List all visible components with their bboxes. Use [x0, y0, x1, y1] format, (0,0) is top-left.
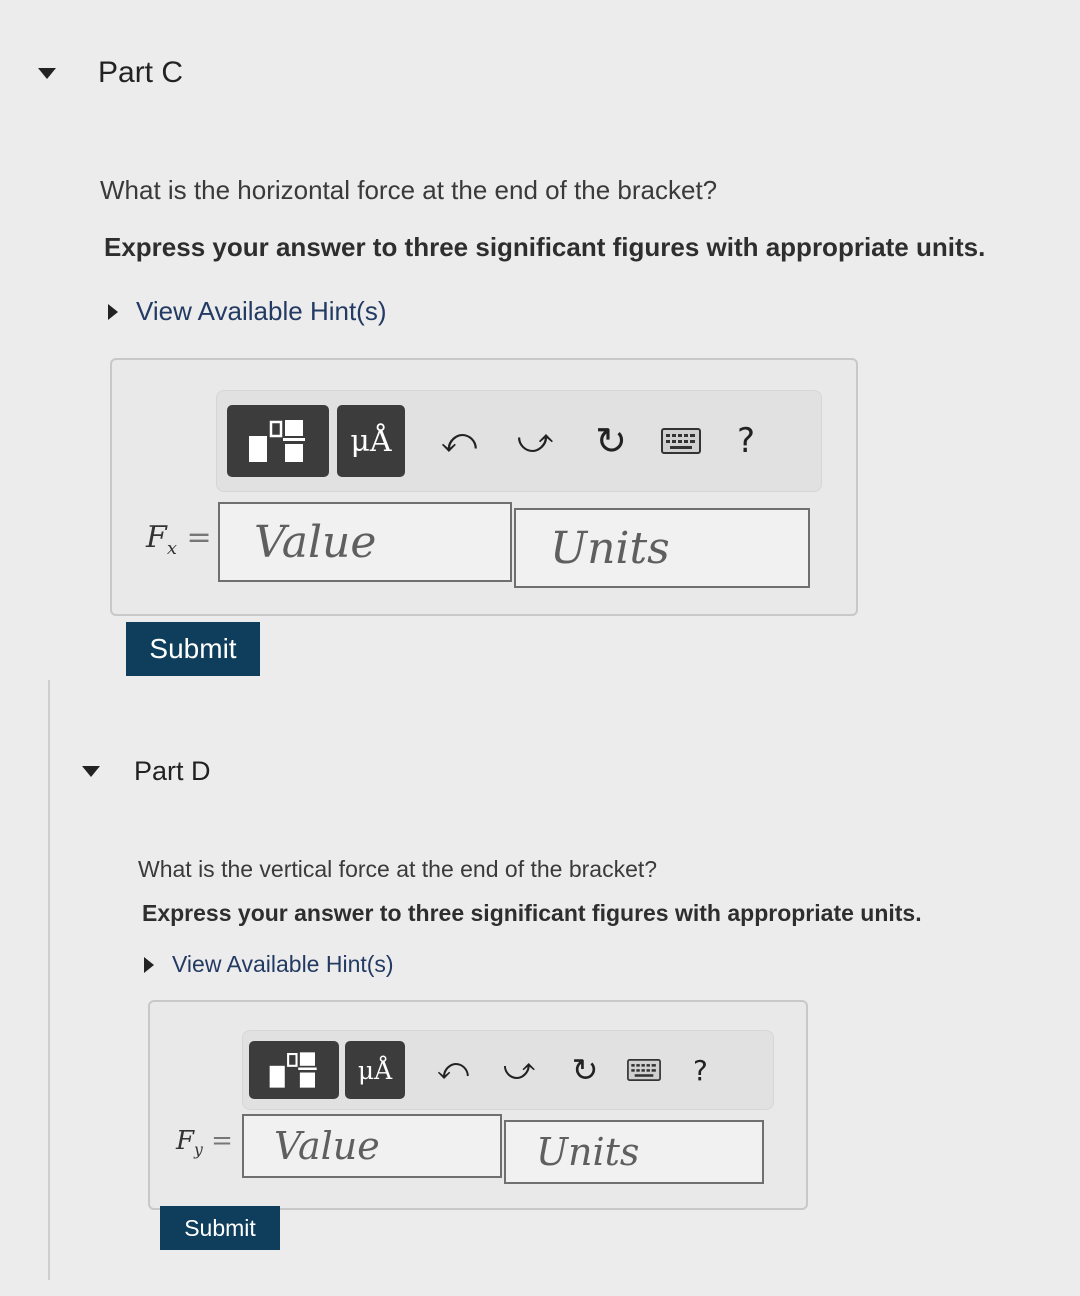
value-input[interactable]: [220, 504, 510, 580]
math-toolbar: μÅ ⤺ ⤻ ↻ ?: [216, 390, 822, 492]
value-input-field[interactable]: [218, 502, 512, 582]
part-c-question: What is the horizontal force at the end …: [100, 175, 718, 205]
expand-caret-icon: [144, 956, 154, 973]
redo-icon[interactable]: ⤻: [501, 1053, 537, 1087]
part-d-answer-box: μÅ ⤺ ⤻ ↻ ? Fy =: [148, 1000, 808, 1210]
expand-caret-icon: [108, 303, 118, 320]
units-input-field[interactable]: [504, 1120, 764, 1184]
reset-icon[interactable]: ↻: [591, 419, 631, 464]
reset-icon[interactable]: ↻: [567, 1051, 603, 1089]
part-c-title: Part C: [98, 56, 184, 89]
hints-label: View Available Hint(s): [136, 296, 387, 326]
help-icon[interactable]: ?: [737, 421, 755, 461]
part-d-title: Part D: [134, 756, 211, 786]
part-d-question: What is the vertical force at the end of…: [138, 856, 658, 882]
section-divider: [48, 680, 50, 1280]
hints-label: View Available Hint(s): [172, 951, 394, 977]
variable-label: Fy =: [176, 1126, 233, 1160]
value-input[interactable]: [244, 1116, 500, 1176]
units-input[interactable]: [516, 510, 808, 586]
keyboard-icon[interactable]: [627, 1059, 661, 1081]
templates-button[interactable]: [249, 1041, 339, 1099]
part-c-submit-button[interactable]: Submit: [126, 622, 260, 676]
part-c-answer-box: μÅ ⤺ ⤻ ↻ ? Fx =: [110, 358, 858, 616]
part-d-view-hints-link[interactable]: View Available Hint(s): [144, 951, 394, 978]
redo-icon[interactable]: ⤻: [515, 422, 555, 461]
part-c-view-hints-link[interactable]: View Available Hint(s): [108, 296, 387, 327]
collapse-caret-icon[interactable]: [38, 67, 56, 79]
templates-icon: [249, 420, 305, 462]
undo-icon[interactable]: ⤺: [439, 422, 479, 461]
math-toolbar: μÅ ⤺ ⤻ ↻ ?: [242, 1030, 774, 1110]
undo-icon[interactable]: ⤺: [435, 1053, 471, 1087]
units-input[interactable]: [506, 1122, 762, 1182]
templates-icon: [269, 1052, 317, 1088]
units-input-field[interactable]: [514, 508, 810, 588]
units-button[interactable]: μÅ: [345, 1041, 405, 1099]
help-icon[interactable]: ?: [693, 1054, 708, 1087]
part-c-header[interactable]: Part C: [38, 56, 183, 90]
keyboard-icon[interactable]: [661, 428, 701, 454]
part-d-header[interactable]: Part D: [82, 756, 211, 787]
part-d-instruction: Express your answer to three significant…: [142, 900, 922, 926]
part-c-instruction: Express your answer to three significant…: [104, 232, 986, 262]
value-input-field[interactable]: [242, 1114, 502, 1178]
units-button[interactable]: μÅ: [337, 405, 405, 477]
templates-button[interactable]: [227, 405, 329, 477]
variable-label: Fx =: [146, 520, 212, 559]
collapse-caret-icon[interactable]: [82, 766, 100, 777]
part-d-submit-button[interactable]: Submit: [160, 1206, 280, 1250]
